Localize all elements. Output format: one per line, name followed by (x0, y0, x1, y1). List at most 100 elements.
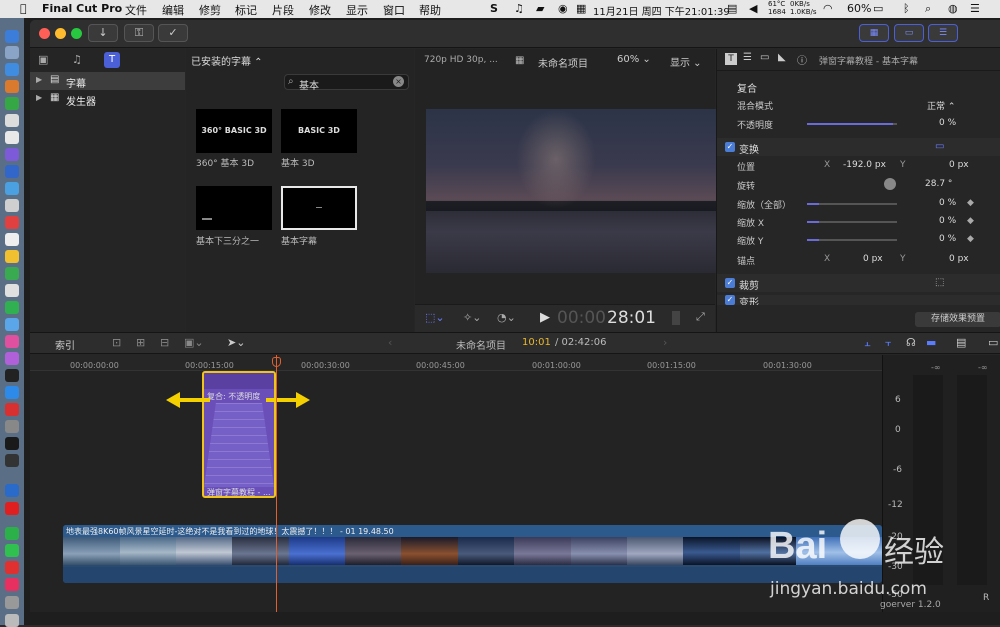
message-icon[interactable]: ▰ (536, 2, 544, 15)
anchor-y-value[interactable]: 0 px (949, 254, 969, 264)
opacity-slider[interactable] (807, 123, 897, 125)
format-label[interactable]: 720p HD 30p, ... (424, 55, 498, 65)
music-icon[interactable]: ♫ (514, 2, 524, 15)
app-icon-15[interactable] (5, 578, 19, 591)
yandex-icon[interactable] (5, 502, 19, 515)
app-icon-6[interactable] (5, 182, 19, 195)
photos-icon[interactable] (5, 284, 19, 297)
menu-modify[interactable]: 修改 (309, 2, 331, 18)
menu-edit[interactable]: 编辑 (162, 2, 184, 18)
notes-icon[interactable] (5, 250, 19, 263)
apple-icon[interactable]:  (20, 2, 27, 15)
itunes-icon[interactable] (5, 335, 19, 348)
zoom-dropdown[interactable]: 60% ⌄ (617, 54, 651, 65)
back-history-icon[interactable]: ‹ (388, 336, 392, 349)
app-icon-11[interactable] (5, 403, 19, 416)
rotation-value[interactable]: 28.7 ° (925, 179, 952, 189)
disclosure-icon[interactable]: ▶ (36, 93, 42, 102)
menu-mark[interactable]: 标记 (235, 2, 257, 18)
launchpad-icon[interactable] (5, 46, 19, 59)
menu-view[interactable]: 显示 (346, 2, 368, 18)
title-thumb-360-basic-3d[interactable]: 360° BASIC 3D (196, 109, 272, 153)
crop-checkbox[interactable]: ✓ (725, 278, 735, 288)
distort-section[interactable]: ✓ 变形 (717, 295, 1000, 305)
forward-history-icon[interactable]: › (663, 336, 667, 349)
keyframe-icon[interactable]: ◆ (967, 216, 974, 226)
wechat-icon[interactable] (5, 544, 19, 557)
keyframe-icon[interactable]: ◆ (967, 234, 974, 244)
opacity-keyframe-curve[interactable] (204, 403, 274, 487)
playhead[interactable] (276, 355, 277, 612)
app-icon-3[interactable] (5, 131, 19, 144)
opacity-value[interactable]: 0 % (939, 118, 956, 128)
app-icon-10[interactable] (5, 318, 19, 331)
preferences-icon[interactable] (5, 420, 19, 433)
fullscreen-icon[interactable]: ⤢ (696, 310, 705, 324)
position-x-value[interactable]: -192.0 px (843, 160, 886, 170)
safari-icon[interactable] (5, 63, 19, 76)
menu-clip[interactable]: 片段 (272, 2, 294, 18)
viewer-canvas[interactable] (426, 109, 716, 273)
speed-icon[interactable]: ◔⌄ (497, 311, 516, 324)
title-thumb-basic-3d[interactable]: BASIC 3D (281, 109, 357, 153)
scale-x-slider[interactable] (807, 221, 897, 223)
index-button[interactable]: 索引 (55, 337, 75, 352)
app-icon-12[interactable] (5, 484, 19, 497)
appstore-icon[interactable] (5, 386, 19, 399)
menu-trim[interactable]: 修剪 (199, 2, 221, 18)
position-y-value[interactable]: 0 px (949, 160, 969, 170)
title-clip[interactable]: 复合: 不透明度 弹窗字幕教程 - ... (202, 371, 276, 498)
rotation-dial[interactable] (884, 178, 896, 190)
crop-onscreen-icon[interactable]: ⬚ (935, 277, 944, 288)
audio-skimming-icon[interactable]: ⫠ (864, 336, 871, 350)
app-icon-4[interactable] (5, 148, 19, 161)
clear-search-icon[interactable]: × (393, 76, 404, 87)
headphones-icon[interactable]: ☊ (906, 336, 916, 349)
timeline-area[interactable]: 00:00:00:00 00:00:15:00 00:00:30:00 00:0… (30, 355, 882, 612)
search-icon[interactable]: ⌕ (925, 2, 931, 16)
compass-icon[interactable]: ◉ (558, 2, 568, 15)
transform-tool-icon[interactable]: ⬚⌄ (425, 311, 445, 324)
title-thumb-basic-title[interactable] (281, 186, 357, 230)
scale-all-value[interactable]: 0 % (939, 198, 956, 208)
bluetooth-icon[interactable]: ᛒ (903, 2, 910, 15)
app-icon-9[interactable] (5, 267, 19, 280)
anchor-x-value[interactable]: 0 px (863, 254, 883, 264)
view-dropdown[interactable]: 显示 ⌄ (670, 54, 702, 69)
video-clip[interactable]: 地表最强8K60帧风景星空延时-这绝对不是我看到过的地球！太震撼了！！！ - 0… (63, 525, 882, 583)
wifi-icon[interactable]: ◠ (823, 2, 833, 15)
save-effects-preset-button[interactable]: 存储效果预置 (915, 312, 1000, 327)
minimize-button[interactable] (55, 28, 66, 39)
scale-x-value[interactable]: 0 % (939, 216, 956, 226)
composite-section[interactable]: 复合 (717, 77, 1000, 95)
color-inspector-icon[interactable]: ◣ (778, 52, 786, 63)
disclosure-icon[interactable]: ▶ (36, 75, 42, 84)
app-icon-13[interactable] (5, 527, 19, 540)
title-thumb-lower-third[interactable] (196, 186, 272, 230)
calendar-dock-icon[interactable] (5, 216, 19, 229)
scale-all-slider[interactable] (807, 203, 897, 205)
effects-browser-icon[interactable]: ▭ (988, 336, 998, 349)
menu-help[interactable]: 帮助 (419, 2, 441, 18)
transform-onscreen-icon[interactable]: ▭ (935, 141, 944, 152)
list-icon[interactable]: ☰ (743, 52, 752, 63)
podcast-icon[interactable] (5, 352, 19, 365)
display-icon[interactable]: ▤ (727, 2, 737, 15)
speaker-icon[interactable]: ◀ (749, 2, 757, 15)
select-tool-icon[interactable]: ➤⌄ (227, 336, 245, 349)
transform-checkbox[interactable]: ✓ (725, 142, 735, 152)
app-menu[interactable]: Final Cut Pro (42, 2, 122, 15)
play-button[interactable]: ▶ (540, 310, 550, 325)
import-button[interactable]: ↓ (88, 24, 118, 42)
terminal-icon[interactable] (5, 437, 19, 450)
photos-library-icon[interactable]: ▣ (38, 53, 54, 67)
keywords-button[interactable]: ⚿ (124, 24, 154, 42)
finder-icon[interactable] (5, 30, 19, 43)
connect-edit-icon[interactable]: ⊡ (112, 336, 121, 349)
insert-edit-icon[interactable]: ⊞ (136, 336, 145, 349)
battery-icon[interactable]: ▭ (873, 2, 883, 15)
chrome-icon[interactable] (5, 114, 19, 127)
search-field[interactable]: ⌕ 基本 × (284, 74, 409, 92)
tv-icon[interactable] (5, 369, 19, 382)
transform-section[interactable]: ✓ 变换 ▭ (717, 138, 1000, 156)
